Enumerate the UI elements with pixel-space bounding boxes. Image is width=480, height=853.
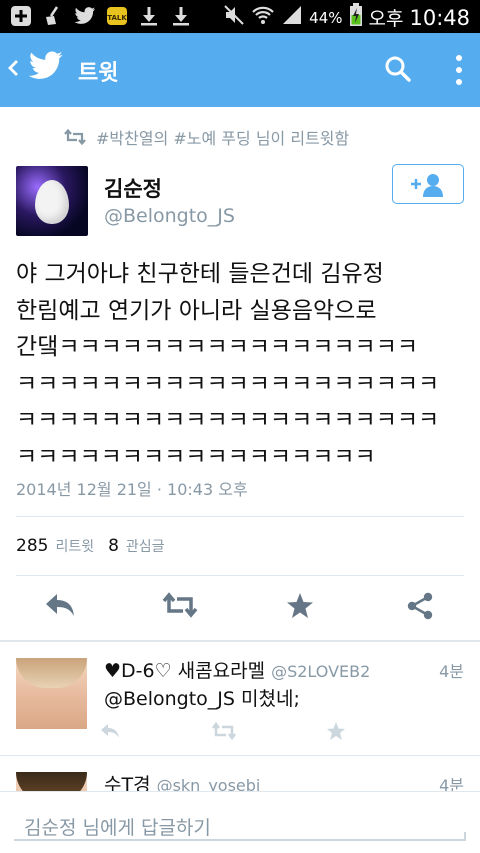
- clock: 10:48: [409, 5, 470, 30]
- retweet-icon[interactable]: [212, 721, 236, 741]
- follow-button[interactable]: [392, 164, 464, 204]
- tweet-actions: [0, 588, 480, 628]
- download-icon: [138, 5, 160, 27]
- chevron-left-icon: [8, 60, 18, 76]
- status-bar: TALK 44% 오후 10:48: [0, 0, 480, 33]
- star-icon: [287, 593, 313, 618]
- avatar[interactable]: [16, 658, 87, 729]
- retweet-icon: [64, 129, 86, 145]
- input-underline: [14, 839, 466, 841]
- favorite-button[interactable]: [286, 592, 314, 623]
- kakaotalk-icon: TALK: [106, 5, 128, 27]
- tweet-text-line: 한림예고 연기가 아니라 실용음악으로: [16, 297, 377, 324]
- battery-percent: 44%: [309, 8, 343, 27]
- add-user-icon: [411, 174, 443, 197]
- star-icon[interactable]: [327, 722, 345, 740]
- twitter-bird-icon: [28, 51, 64, 85]
- reply-button[interactable]: [44, 592, 76, 622]
- ampm-label: 오후: [368, 8, 404, 30]
- tweet-text-line: 야 그거아냐 친구한테 들은건데 김유정: [16, 261, 384, 287]
- page-title: 트윗: [78, 61, 119, 86]
- search-button[interactable]: [384, 55, 412, 87]
- wifi-icon: [251, 4, 275, 31]
- tweet-text: 야 그거아냐 친구한테 들은건데 김유정 한림예고 연기가 아니라 실용음악으로…: [16, 256, 466, 475]
- reply-icon: [46, 594, 74, 616]
- reply-author-name: ♥D-6♡ 새콤요라멜: [104, 660, 266, 682]
- kakaotalk-label: TALK: [107, 14, 127, 22]
- reply-actions: [100, 721, 360, 745]
- author-name[interactable]: 김순정: [104, 173, 162, 203]
- reply-input[interactable]: 김순정 님에게 답글하기: [24, 813, 211, 840]
- share-button[interactable]: [406, 592, 434, 624]
- tweet-text-line: ㅋㅋㅋㅋㅋㅋㅋㅋㅋㅋㅋㅋㅋㅋㅋㅋㅋㅋㅋㅋ: [16, 407, 440, 433]
- download-icon: [170, 5, 192, 27]
- reply-icon[interactable]: [101, 724, 119, 738]
- tweet-text-line: 간댘ㅋㅋㅋㅋㅋㅋㅋㅋㅋㅋㅋㅋㅋㅋㅋㅋㅋ: [16, 334, 419, 360]
- retweet-count-label[interactable]: 리트윗: [55, 536, 94, 556]
- tweet-text-line: ㅋㅋㅋㅋㅋㅋㅋㅋㅋㅋㅋㅋㅋㅋㅋㅋㅋ: [16, 443, 376, 470]
- retweet-count[interactable]: 285: [16, 536, 48, 556]
- reply-compose-bar[interactable]: 김순정 님에게 답글하기: [0, 791, 480, 853]
- more-options-button[interactable]: [454, 53, 464, 87]
- reply-tweet[interactable]: ♥D-6♡ 새콤요라멜 @S2LOVEB2 4분 @Belongto_JS 미쳤네…: [0, 642, 480, 755]
- search-icon: [385, 56, 411, 82]
- reply-author-handle: @S2LOVEB2: [271, 662, 371, 681]
- add-icon: [10, 5, 32, 27]
- back-button[interactable]: [6, 55, 20, 87]
- avatar-photo: [16, 658, 87, 688]
- more-vert-icon: [456, 55, 462, 85]
- tweet-stats: 285 리트윗 8 관심글: [16, 536, 179, 556]
- favorite-count[interactable]: 8: [108, 536, 119, 556]
- input-underline-tick: [464, 832, 466, 841]
- reply-timestamp: 4분: [439, 662, 464, 681]
- default-egg-avatar: [35, 180, 69, 224]
- tweet-timestamp: 2014년 12월 21일 · 10:43 오후: [16, 480, 248, 499]
- reply-author[interactable]: ♥D-6♡ 새콤요라멜 @S2LOVEB2: [104, 656, 370, 683]
- avatar[interactable]: [16, 166, 88, 236]
- retweeted-by-text: #박찬열의 #노예 푸딩 님이 리트윗함: [96, 129, 350, 148]
- twitter-notification-icon: [74, 5, 96, 27]
- battery-icon: [349, 3, 363, 32]
- retweeted-by[interactable]: #박찬열의 #노예 푸딩 님이 리트윗함: [64, 125, 349, 149]
- divider: [16, 575, 464, 576]
- reply-tweet[interactable]: 수T경 @skn_yosebi 4분: [0, 756, 480, 796]
- signal-icon: [281, 4, 303, 31]
- app-bar: 트윗: [0, 33, 480, 107]
- share-icon: [407, 592, 433, 620]
- favorite-count-label[interactable]: 관심글: [126, 536, 165, 556]
- tweet-text-line: ㅋㅋㅋㅋㅋㅋㅋㅋㅋㅋㅋㅋㅋㅋㅋㅋㅋㅋㅋㅋ: [16, 370, 440, 397]
- reply-text: @Belongto_JS 미쳤네;: [104, 688, 300, 710]
- author-handle[interactable]: @Belongto_JS: [104, 205, 235, 227]
- retweet-icon: [162, 592, 198, 618]
- divider: [16, 516, 464, 517]
- retweet-button[interactable]: [162, 592, 198, 622]
- mute-icon: [223, 4, 245, 31]
- broom-icon: [42, 5, 64, 27]
